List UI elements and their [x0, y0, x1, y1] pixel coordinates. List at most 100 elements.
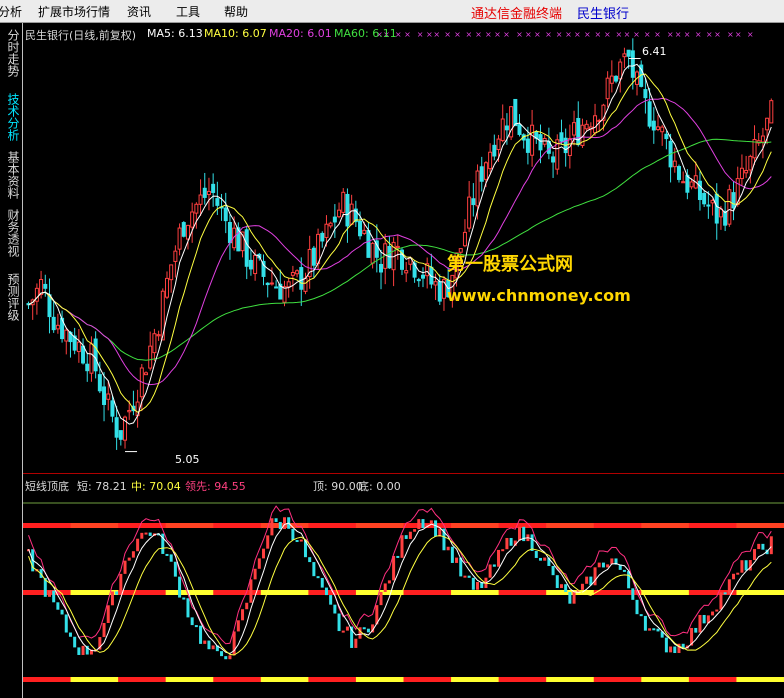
signal-marker: ×: [503, 30, 510, 39]
lower-band: [23, 677, 72, 682]
oscillator-bar: [732, 573, 736, 580]
candle-body: [93, 338, 98, 372]
oscillator-bar: [81, 645, 85, 655]
menu-help[interactable]: 帮助: [224, 3, 248, 20]
candle-body: [295, 270, 300, 275]
lower-band: [641, 677, 690, 682]
tab-financials[interactable]: 财务透视: [5, 209, 20, 257]
lead-value: 领先: 94.55: [185, 480, 246, 493]
oscillator-bar: [673, 646, 677, 654]
oscillator-bar: [140, 532, 144, 539]
oscillator-bar: [341, 630, 345, 633]
signal-marker: ×: [433, 30, 440, 39]
candle-body: [324, 223, 329, 238]
oscillator-bar: [753, 549, 757, 561]
signal-marker: ×: [584, 30, 591, 39]
signal-marker: ×: [534, 30, 541, 39]
menu-extended-market[interactable]: 扩展市场行情: [38, 3, 110, 20]
candle-body: [697, 180, 702, 201]
oscillator-bar: [56, 602, 60, 610]
candle-body: [404, 270, 409, 274]
menu-news[interactable]: 资讯: [127, 3, 151, 20]
menu-analysis[interactable]: 分析: [0, 3, 22, 20]
signal-marker: ×: [727, 30, 734, 39]
ma5-label: MA5: 6.13: [147, 27, 203, 40]
oscillator-bar: [329, 595, 333, 605]
oscillator-bar: [404, 535, 408, 539]
candle-body: [282, 286, 287, 303]
candle-body: [190, 211, 195, 228]
candle-body: [227, 222, 232, 244]
oscillator-bar: [383, 583, 387, 592]
tab-rating[interactable]: 预测评级: [5, 273, 20, 321]
candle-body: [164, 277, 169, 298]
oscillator-bar: [194, 625, 198, 628]
oscillator-bar: [564, 584, 568, 592]
candle-body: [311, 247, 316, 266]
candle-body: [152, 333, 157, 354]
oscillator-bar: [551, 565, 555, 576]
oscillator-bar: [715, 609, 719, 612]
price-chart-canvas[interactable]: × × × × × × × × × × × × × × × × × × × × × × × × × × × × × × × × × × × × × ×: [23, 23, 784, 473]
oscillator-bar: [518, 526, 522, 541]
watermark-site-name: 第一股票公式网: [447, 254, 573, 275]
candle-body: [483, 162, 488, 180]
tab-intraday[interactable]: 分时走势: [5, 29, 20, 77]
candle-body: [706, 204, 711, 207]
candle-body: [332, 216, 337, 223]
tab-fundamentals[interactable]: 基本资料: [5, 151, 20, 199]
oscillator-bar: [559, 584, 563, 589]
oscillator-bar: [291, 528, 295, 541]
oscillator-bar: [593, 567, 597, 586]
candle-body: [349, 203, 354, 225]
oscillator-bar: [274, 518, 278, 522]
oscillator-bar: [77, 647, 81, 655]
oscillator-canvas[interactable]: [23, 474, 784, 698]
candle-body: [366, 230, 371, 258]
oscillator-bar: [257, 558, 261, 569]
signal-marker: ×: [695, 30, 702, 39]
oscillator-bar: [102, 623, 106, 638]
price-chart[interactable]: × × × × × × × × × × × × × × × × × × × × × × × × × × × × × × × × × × × × × × 民…: [23, 23, 784, 474]
oscillator-bar: [656, 628, 660, 632]
tab-technical[interactable]: 技术分析: [5, 93, 20, 141]
lower-band: [165, 677, 214, 682]
oscillator-bar: [471, 577, 475, 590]
candle-body: [345, 193, 350, 227]
candle-body: [467, 196, 472, 229]
high-price-label: 6.41: [642, 45, 667, 58]
signal-marker: ×: [404, 30, 411, 39]
candle-body: [437, 281, 442, 302]
candle-body: [727, 189, 732, 225]
candle-body: [76, 341, 81, 353]
oscillator-bar: [585, 576, 589, 584]
candle-body: [173, 250, 178, 262]
candle-body: [618, 61, 623, 80]
oscillator-bar: [60, 609, 64, 615]
candle-body: [655, 126, 660, 130]
oscillator-chart[interactable]: 短线顶底 短: 78.21 中: 70.04 领先: 94.55 顶: 90.0…: [23, 474, 784, 698]
signal-marker: ×: [594, 30, 601, 39]
oscillator-bar: [64, 614, 68, 633]
ma10-label: MA10: 6.07: [204, 27, 267, 40]
candle-body: [651, 120, 656, 131]
signal-marker: ×: [516, 30, 523, 39]
oscillator-bar: [345, 626, 349, 631]
candle-body: [51, 316, 56, 331]
candle-body: [530, 124, 535, 156]
lower-band: [118, 677, 167, 682]
oscillator-bar: [555, 575, 559, 589]
oscillator-bar: [52, 590, 56, 603]
oscillator-bar: [308, 557, 312, 563]
candle-body: [744, 169, 749, 174]
oscillator-bar: [635, 599, 639, 615]
oscillator-bar: [694, 627, 698, 633]
menu-tools[interactable]: 工具: [176, 3, 200, 20]
oscillator-bar: [253, 568, 257, 580]
candle-body: [64, 329, 69, 342]
candle-body: [286, 281, 291, 288]
oscillator-bar: [476, 582, 480, 590]
candle-body: [55, 324, 60, 330]
candle-body: [479, 166, 484, 182]
oscillator-bar: [434, 520, 438, 537]
